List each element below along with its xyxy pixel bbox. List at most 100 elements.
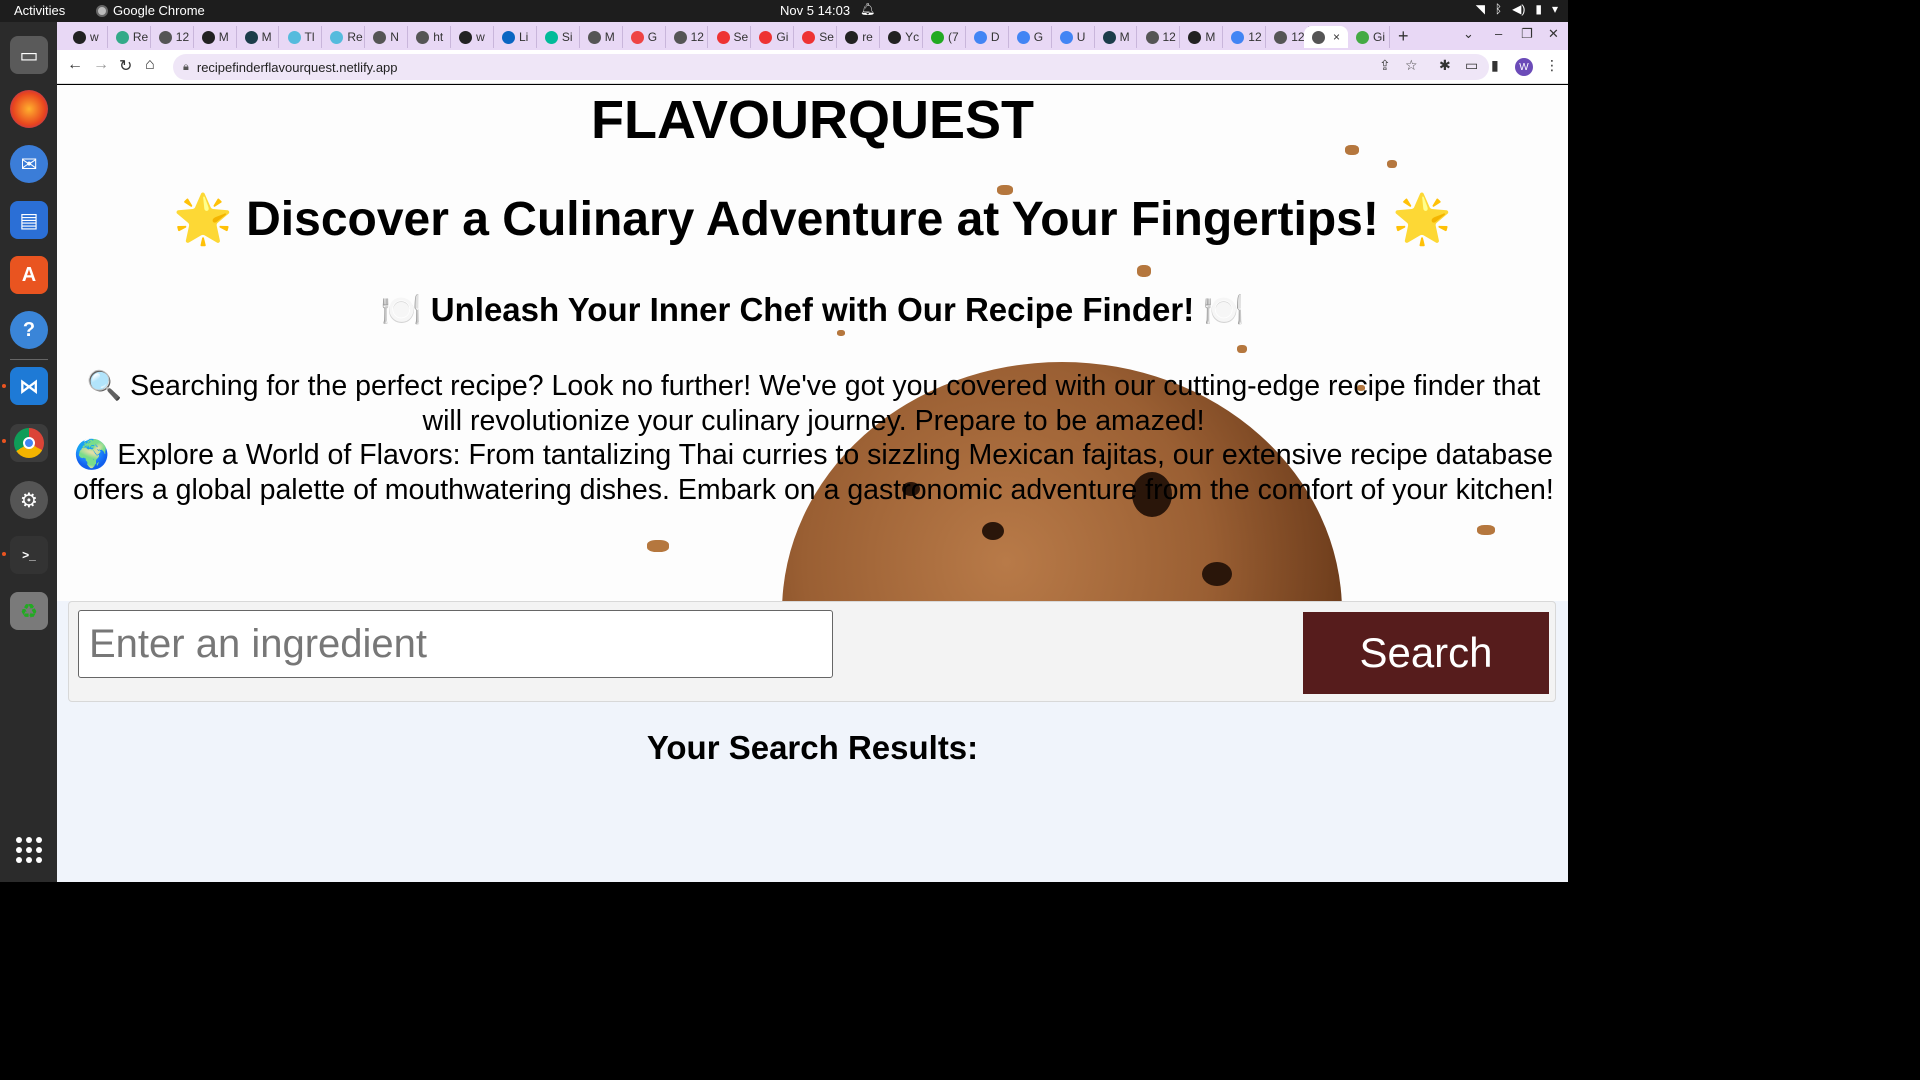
tab[interactable]: w bbox=[451, 26, 494, 48]
url-text: recipefinderflavourquest.netlify.app bbox=[196, 59, 398, 75]
tab[interactable]: M bbox=[194, 26, 237, 48]
tab[interactable]: G bbox=[623, 26, 666, 48]
tab-label: Yc bbox=[905, 30, 920, 44]
battery-icon: ▮ bbox=[1535, 2, 1542, 16]
ingredient-search-input[interactable] bbox=[78, 610, 833, 678]
tab-favicon bbox=[931, 30, 944, 44]
star-icon: 🌟 bbox=[173, 191, 233, 247]
app-name: Google Chrome bbox=[113, 3, 205, 18]
address-bar[interactable]: 🔒︎ recipefinderflavourquest.netlify.app bbox=[173, 54, 1489, 80]
tab-favicon bbox=[759, 30, 773, 44]
tab-favicon bbox=[201, 30, 215, 44]
tab-label: D bbox=[990, 30, 1000, 44]
tab-active[interactable]: × bbox=[1304, 26, 1348, 48]
vscode-icon[interactable]: ⋈ bbox=[10, 367, 48, 405]
system-tray[interactable]: ◥ ᛒ ◀) ▮ ▾ bbox=[1476, 2, 1558, 16]
back-button[interactable]: ← bbox=[67, 56, 83, 74]
extensions-icon[interactable]: ✱ bbox=[1439, 57, 1451, 74]
menu-kebab-icon[interactable]: ⋮ bbox=[1545, 57, 1559, 74]
clock[interactable]: Nov 5 14:03 bbox=[780, 3, 850, 18]
terminal-icon[interactable]: >_ bbox=[10, 536, 48, 574]
tab[interactable]: Re bbox=[108, 26, 151, 48]
home-button[interactable]: ⌂ bbox=[145, 56, 155, 74]
tab[interactable]: M bbox=[580, 26, 623, 48]
tab[interactable]: re bbox=[837, 26, 881, 48]
tab[interactable]: 12 bbox=[151, 26, 194, 48]
new-tab-button[interactable]: + bbox=[1398, 26, 1409, 47]
search-button[interactable]: Search bbox=[1303, 612, 1549, 694]
tab[interactable]: N bbox=[365, 26, 409, 48]
tab-label: M bbox=[1205, 30, 1216, 44]
tab[interactable]: 12 bbox=[1223, 26, 1267, 48]
files-icon[interactable]: ▭ bbox=[10, 36, 48, 74]
reload-button[interactable]: ↻ bbox=[119, 56, 132, 76]
tab[interactable]: Li bbox=[494, 26, 537, 48]
running-indicator bbox=[2, 552, 6, 556]
intro-text: Explore a World of Flavors: From tantali… bbox=[73, 439, 1554, 506]
tab[interactable]: ht bbox=[408, 26, 452, 48]
tab-search-icon[interactable]: ⌄ bbox=[1463, 26, 1474, 42]
tab[interactable]: 12 bbox=[1138, 26, 1181, 48]
tab[interactable]: G bbox=[1009, 26, 1052, 48]
tab[interactable]: Re bbox=[322, 26, 366, 48]
tab-favicon bbox=[845, 30, 859, 44]
site-title: FLAVOURQUEST bbox=[591, 90, 1034, 150]
app-menu[interactable]: Google Chrome bbox=[96, 3, 205, 18]
thunderbird-icon[interactable]: ✉ bbox=[10, 145, 48, 183]
tab[interactable]: Gi bbox=[751, 26, 795, 48]
close-tab-icon[interactable]: × bbox=[1333, 30, 1340, 44]
cast-icon[interactable]: ▭ bbox=[1465, 57, 1478, 74]
tab-favicon bbox=[888, 30, 902, 44]
tab-label: G bbox=[1033, 30, 1044, 44]
trash-icon[interactable]: ♻ bbox=[10, 592, 48, 630]
tab[interactable]: Gi bbox=[1348, 26, 1390, 48]
tab[interactable]: Tl bbox=[280, 26, 323, 48]
tab-label: M bbox=[261, 30, 272, 44]
power-menu-icon: ▾ bbox=[1551, 2, 1558, 16]
tab[interactable]: U bbox=[1052, 26, 1095, 48]
tab[interactable]: M bbox=[1180, 26, 1224, 48]
restore-button[interactable]: ❐ bbox=[1521, 26, 1533, 42]
writer-icon[interactable]: ▤ bbox=[10, 201, 48, 239]
tab-label: 12 bbox=[690, 30, 704, 44]
minimize-button[interactable]: – bbox=[1495, 26, 1502, 41]
firefox-icon[interactable] bbox=[10, 90, 48, 128]
chrome-dock-icon[interactable] bbox=[10, 424, 48, 462]
show-apps-icon[interactable] bbox=[16, 837, 42, 863]
tab[interactable]: Si bbox=[537, 26, 580, 48]
tab[interactable]: 12 bbox=[666, 26, 709, 48]
close-window-button[interactable]: ✕ bbox=[1548, 26, 1559, 42]
share-icon[interactable]: ⇪ bbox=[1379, 57, 1391, 74]
globe-icon: 🌍 bbox=[73, 438, 110, 471]
tab-favicon bbox=[502, 30, 515, 44]
tab[interactable]: w bbox=[65, 26, 108, 48]
tab[interactable]: M bbox=[237, 26, 280, 48]
tab-favicon bbox=[330, 30, 344, 44]
tab-favicon bbox=[115, 30, 129, 44]
subtagline: 🍽️ Unleash Your Inner Chef with Our Reci… bbox=[57, 290, 1568, 330]
tab-label: Gi bbox=[776, 30, 789, 44]
activities-button[interactable]: Activities bbox=[14, 3, 65, 18]
help-icon[interactable]: ? bbox=[10, 311, 48, 349]
software-icon[interactable]: A bbox=[10, 256, 48, 294]
bookmark-star-icon[interactable]: ☆ bbox=[1405, 57, 1418, 74]
bluetooth-icon: ᛒ bbox=[1494, 2, 1503, 16]
tab[interactable]: Se bbox=[794, 26, 838, 48]
settings-icon[interactable]: ⚙ bbox=[10, 481, 48, 519]
tab-favicon bbox=[1145, 30, 1159, 44]
tab-label: G bbox=[647, 30, 658, 44]
tab[interactable]: M bbox=[1095, 26, 1138, 48]
tab[interactable]: Yc bbox=[880, 26, 923, 48]
tab[interactable]: (7 bbox=[923, 26, 966, 48]
tab[interactable]: 12 bbox=[1266, 26, 1310, 48]
forward-button[interactable]: → bbox=[93, 56, 109, 74]
tab[interactable]: D bbox=[966, 26, 1009, 48]
tab-favicon bbox=[1059, 30, 1073, 44]
profile-avatar[interactable]: W bbox=[1515, 58, 1533, 76]
tagline: 🌟 Discover a Culinary Adventure at Your … bbox=[57, 190, 1568, 247]
tab[interactable]: Se bbox=[709, 26, 752, 48]
results-heading: Your Search Results: bbox=[646, 729, 979, 766]
side-panel-icon[interactable]: ▮ bbox=[1491, 57, 1499, 74]
tab-label: Re bbox=[132, 30, 149, 44]
magnifier-icon: 🔍 bbox=[86, 369, 123, 402]
